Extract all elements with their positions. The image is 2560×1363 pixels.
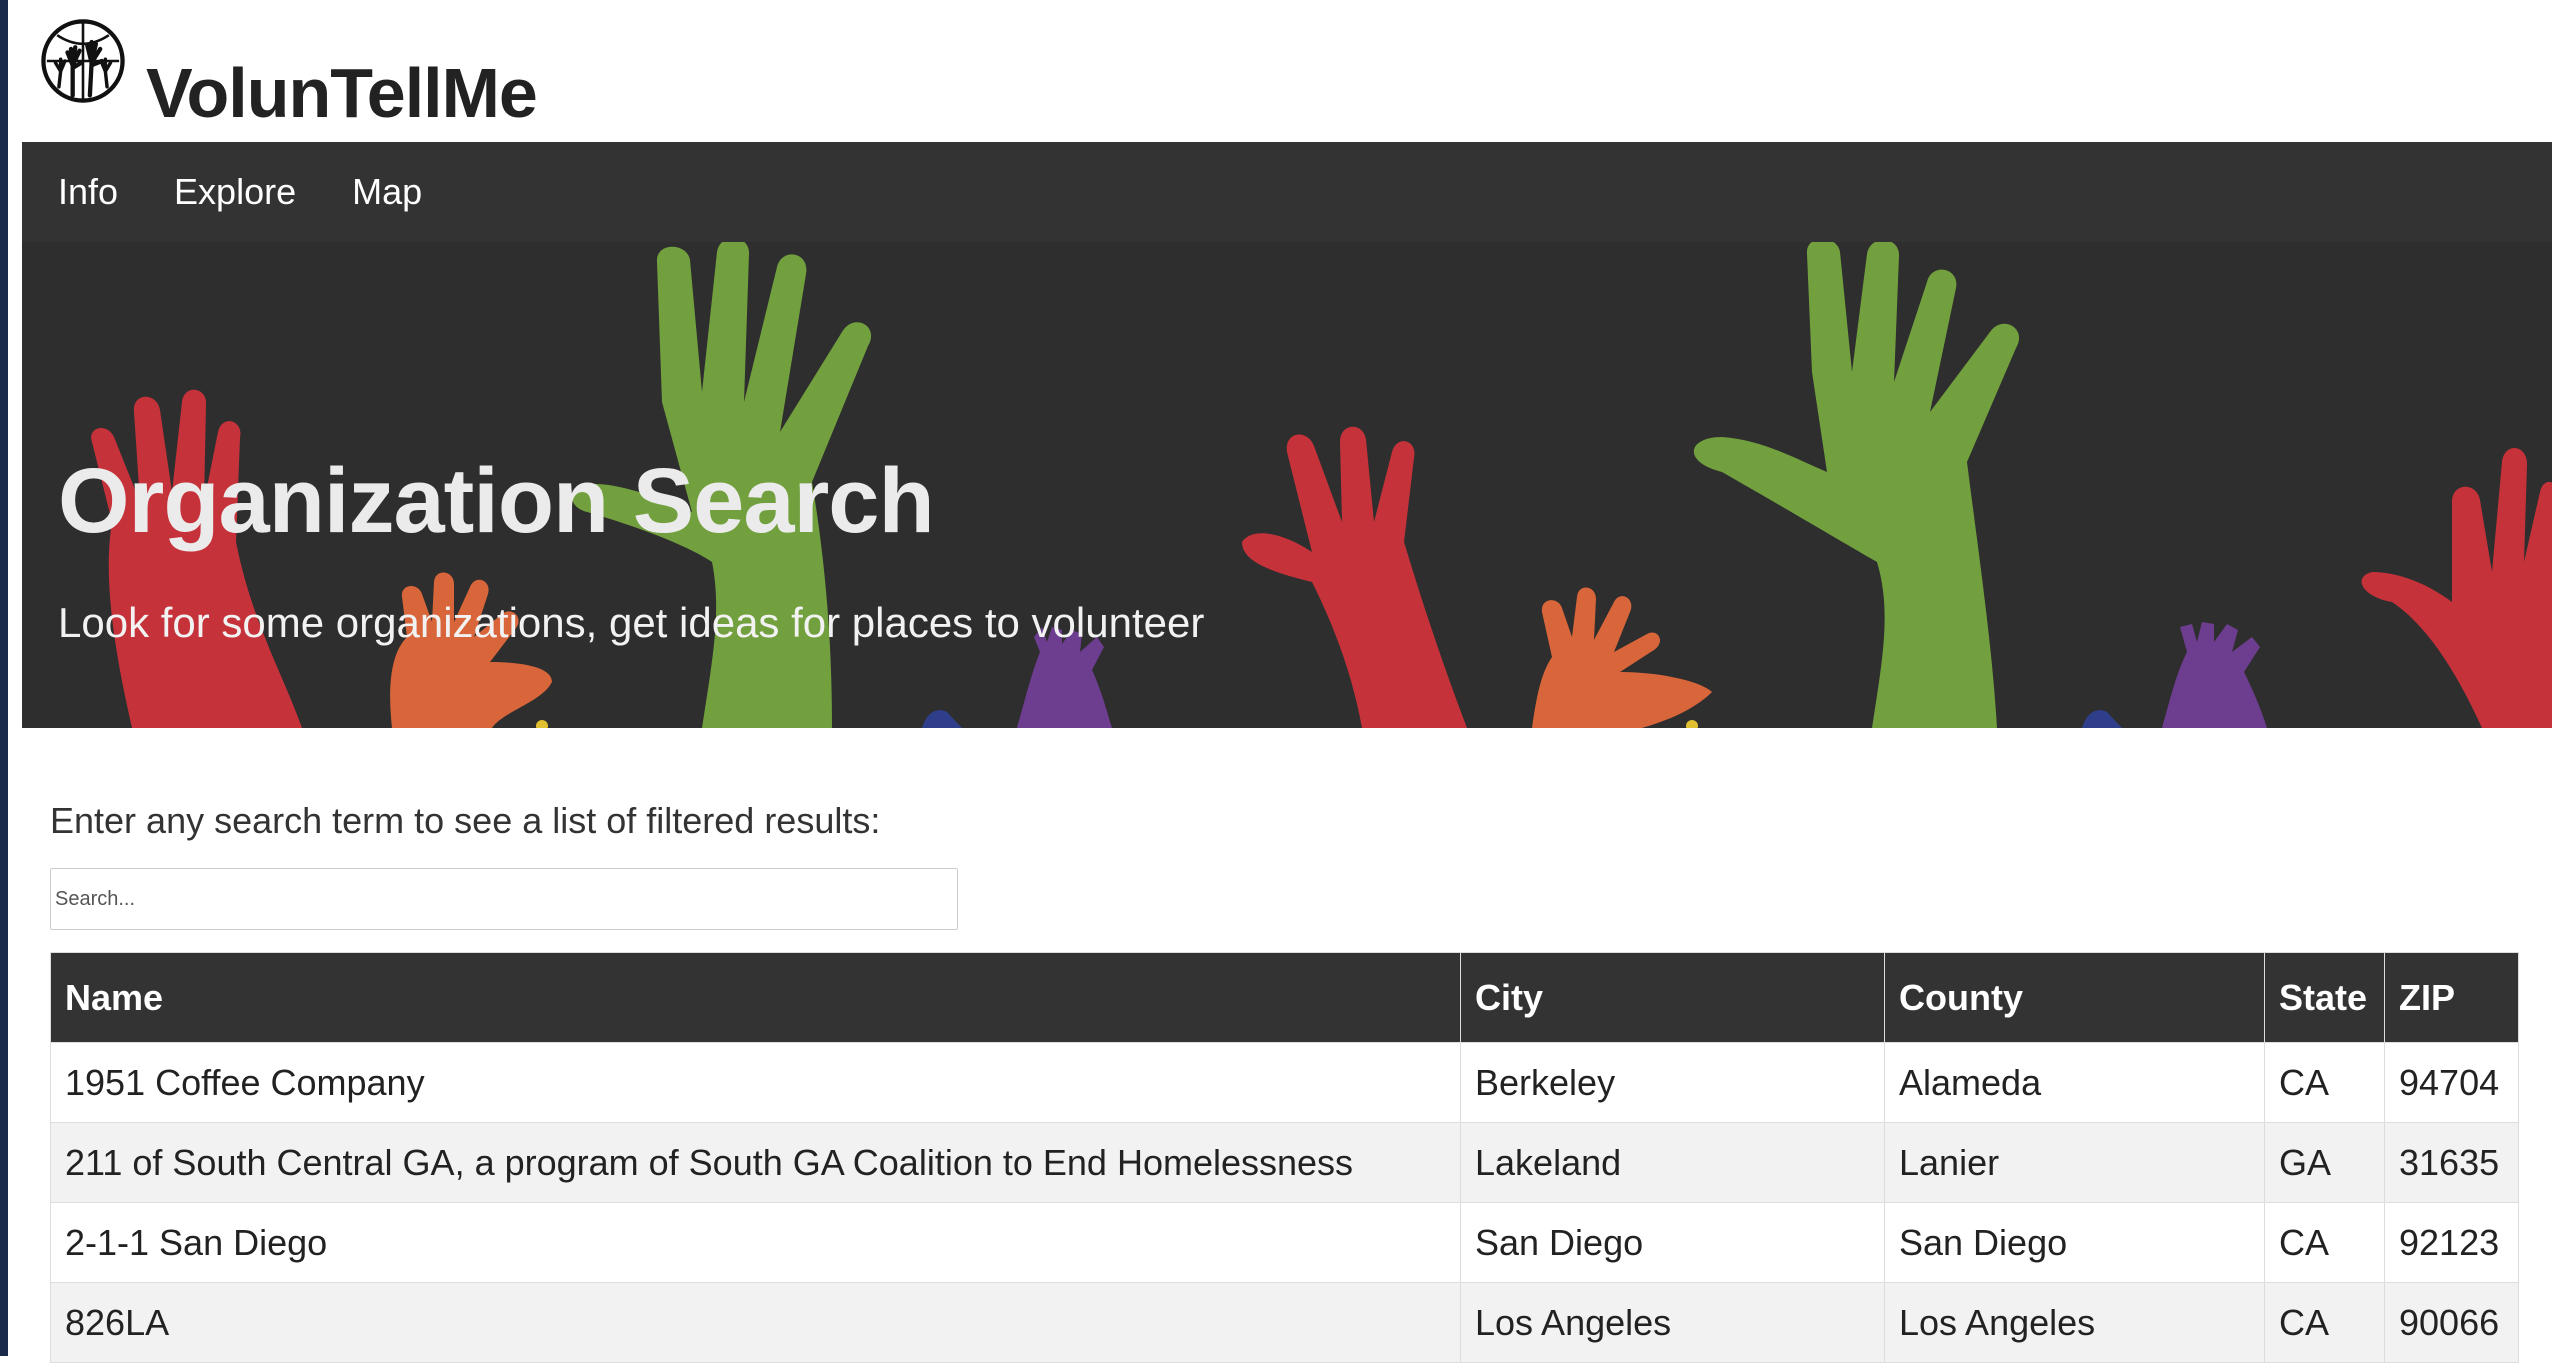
column-header-state[interactable]: State bbox=[2264, 952, 2385, 1043]
blue-hand-right bbox=[2082, 710, 2122, 728]
cell-county: Los Angeles bbox=[1884, 1282, 2265, 1363]
brand-header[interactable]: VolunTellMe bbox=[40, 18, 538, 132]
blue-hand-left bbox=[922, 710, 962, 728]
purple-hand-right bbox=[2162, 622, 2267, 728]
cell-state: CA bbox=[2264, 1202, 2385, 1283]
table-row[interactable]: 1951 Coffee Company Berkeley Alameda CA … bbox=[50, 1042, 2519, 1123]
cell-zip: 90066 bbox=[2384, 1282, 2519, 1363]
red-hand-center bbox=[1242, 426, 1467, 728]
cell-state: CA bbox=[2264, 1042, 2385, 1123]
brand-title: VolunTellMe bbox=[146, 54, 538, 132]
window-edge bbox=[0, 0, 8, 1356]
nav-item-explore[interactable]: Explore bbox=[146, 171, 324, 213]
cell-zip: 94704 bbox=[2384, 1042, 2519, 1123]
table-header-row: Name City County State ZIP bbox=[50, 952, 2519, 1043]
cell-county: Lanier bbox=[1884, 1122, 2265, 1203]
green-hand-right bbox=[1693, 242, 2019, 728]
cell-city: Los Angeles bbox=[1460, 1282, 1885, 1363]
cell-county: San Diego bbox=[1884, 1202, 2265, 1283]
orange-hand-center bbox=[1532, 587, 1712, 728]
red-hand-left bbox=[91, 389, 302, 728]
results-table: Name City County State ZIP 1951 Coffee C… bbox=[50, 952, 2519, 1363]
cell-state: CA bbox=[2264, 1282, 2385, 1363]
cell-city: Berkeley bbox=[1460, 1042, 1885, 1123]
cell-zip: 31635 bbox=[2384, 1122, 2519, 1203]
main-navbar: Info Explore Map bbox=[22, 142, 2552, 242]
table-row[interactable]: 2-1-1 San Diego San Diego San Diego CA 9… bbox=[50, 1202, 2519, 1283]
nav-item-map[interactable]: Map bbox=[324, 171, 450, 213]
yellow-dot-right bbox=[1686, 720, 1698, 728]
column-header-name[interactable]: Name bbox=[50, 952, 1461, 1043]
cell-name: 2-1-1 San Diego bbox=[50, 1202, 1461, 1283]
raised-hands-globe-icon bbox=[41, 19, 125, 103]
cell-city: San Diego bbox=[1460, 1202, 1885, 1283]
page-subtitle: Look for some organizations, get ideas f… bbox=[58, 599, 1205, 646]
page: VolunTellMe Info Explore Map Organizatio… bbox=[8, 0, 2560, 1363]
search-input[interactable] bbox=[50, 868, 958, 930]
cell-state: GA bbox=[2264, 1122, 2385, 1203]
cell-name: 1951 Coffee Company bbox=[50, 1042, 1461, 1123]
cell-county: Alameda bbox=[1884, 1042, 2265, 1123]
column-header-zip[interactable]: ZIP bbox=[2384, 952, 2519, 1043]
column-header-county[interactable]: County bbox=[1884, 952, 2265, 1043]
red-hand-right bbox=[2361, 448, 2552, 728]
yellow-dot-left bbox=[536, 720, 548, 728]
page-title: Organization Search bbox=[58, 449, 935, 552]
hero-banner: Organization Search Look for some organi… bbox=[22, 242, 2552, 728]
search-prompt: Enter any search term to see a list of f… bbox=[50, 800, 881, 841]
orange-hand-left bbox=[390, 572, 552, 728]
nav-item-info[interactable]: Info bbox=[22, 171, 146, 213]
cell-zip: 92123 bbox=[2384, 1202, 2519, 1283]
cell-city: Lakeland bbox=[1460, 1122, 1885, 1203]
cell-name: 211 of South Central GA, a program of So… bbox=[50, 1122, 1461, 1203]
cell-name: 826LA bbox=[50, 1282, 1461, 1363]
table-row[interactable]: 826LA Los Angeles Los Angeles CA 90066 bbox=[50, 1282, 2519, 1363]
table-row[interactable]: 211 of South Central GA, a program of So… bbox=[50, 1122, 2519, 1203]
column-header-city[interactable]: City bbox=[1460, 952, 1885, 1043]
